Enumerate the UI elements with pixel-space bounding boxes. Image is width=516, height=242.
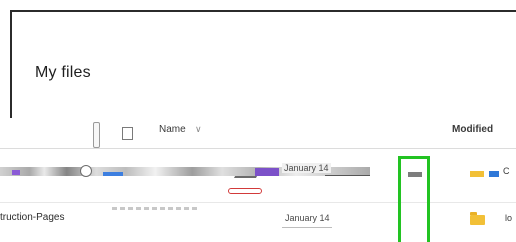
row-location-text: lo (505, 213, 513, 223)
row-file-name[interactable]: truction-Pages (0, 212, 64, 223)
title-panel: My files (10, 10, 516, 132)
column-header-modified[interactable]: Modified (452, 124, 493, 135)
folder-icon (470, 171, 484, 177)
row-location-text: C (503, 166, 510, 176)
row-divider (282, 227, 332, 228)
page-title: My files (35, 64, 91, 81)
table-row[interactable]: January 14 C (0, 150, 516, 194)
row-render-artifact (112, 207, 200, 210)
column-header-name[interactable]: Name (159, 124, 186, 135)
select-all-checkbox[interactable] (93, 122, 100, 148)
file-icon (103, 172, 123, 176)
row-modified-date: January 14 (282, 163, 331, 173)
row-modified-date: January 14 (285, 213, 330, 223)
folder-icon (470, 212, 485, 225)
chevron-down-icon[interactable]: ∨ (195, 124, 202, 135)
file-type-icon (122, 127, 133, 140)
row-divider (325, 175, 370, 176)
file-browser-screen: My files Name ∨ Modified January 14 C tr… (0, 0, 516, 242)
row-select-radio[interactable] (80, 165, 92, 177)
table-row[interactable]: truction-Pages January 14 lo (0, 202, 516, 242)
focus-highlight (398, 156, 430, 242)
file-icon (489, 171, 499, 177)
column-header-row: Name ∨ Modified (0, 118, 516, 149)
error-indicator (228, 188, 262, 194)
file-icon (12, 170, 20, 175)
file-icon (255, 168, 279, 176)
